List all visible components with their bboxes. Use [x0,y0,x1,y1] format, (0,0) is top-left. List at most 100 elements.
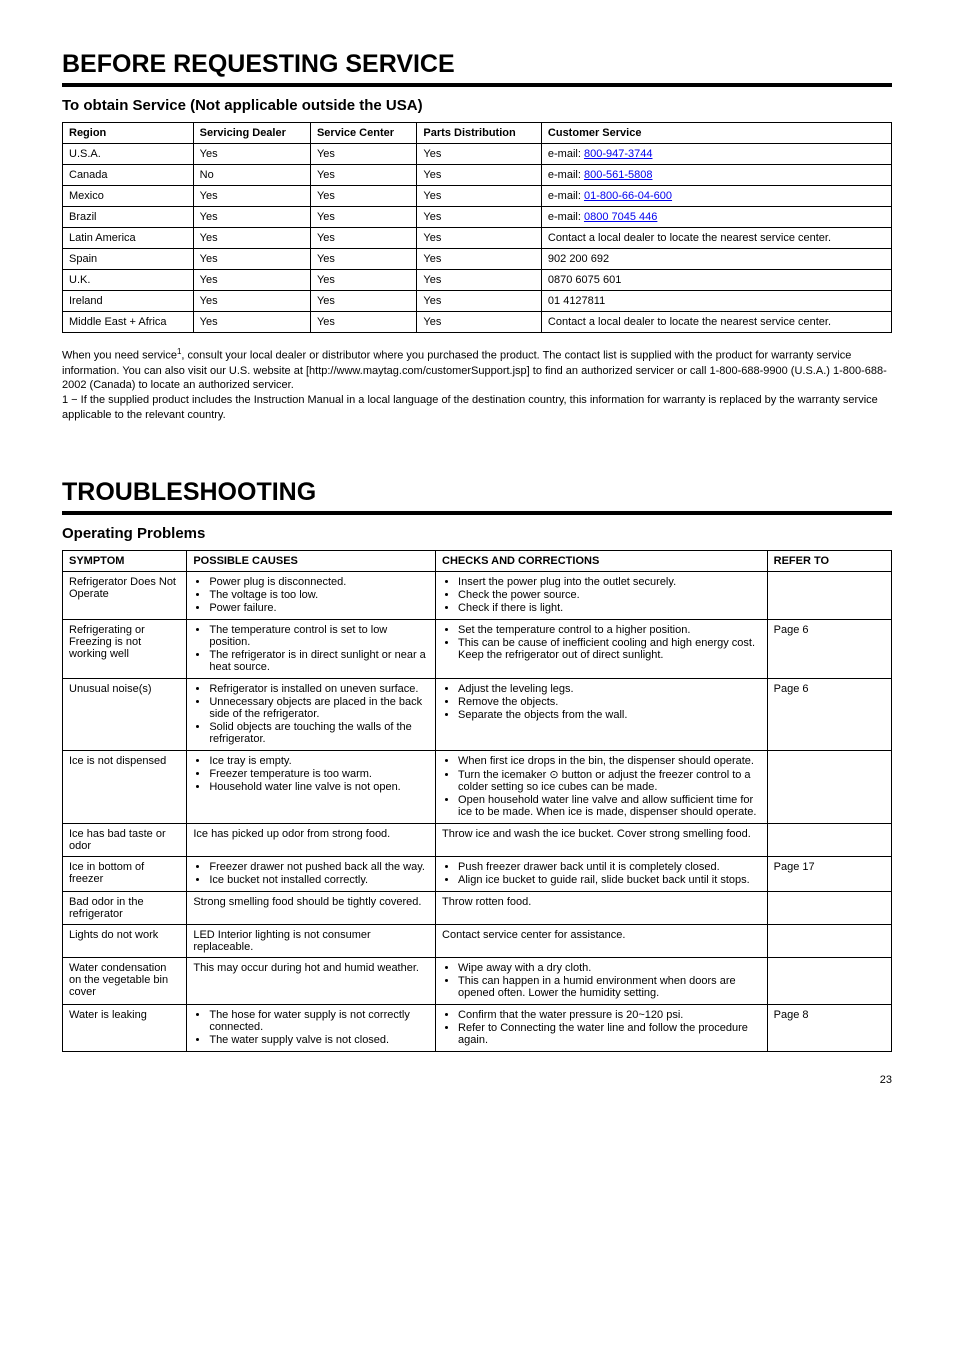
list-item: Household water line valve is not open. [209,781,429,793]
cell-parts: Yes [417,186,541,207]
cell-center: Yes [310,144,416,165]
table-row: Bad odor in the refrigeratorStrong smell… [63,891,892,924]
list-item: This can happen in a humid environment w… [458,975,761,999]
cell-dealer: Yes [193,228,310,249]
section2-title: TROUBLESHOOTING [62,478,892,507]
list-item: The hose for water supply is not correct… [209,1009,429,1033]
cell-symptom: Water is leaking [63,1004,187,1051]
cell-checks: When first ice drops in the bin, the dis… [436,750,768,823]
col-region: Region [63,123,194,144]
list-item: Freezer drawer not pushed back all the w… [209,861,429,873]
cell-causes: LED Interior lighting is not consumer re… [187,924,436,957]
cell-ref [767,891,891,924]
cell-ref: Page 17 [767,856,891,891]
cell-center: Yes [310,228,416,249]
list-item: When first ice drops in the bin, the dis… [458,755,761,767]
list-item: Check if there is light. [458,602,761,614]
cell-causes: Ice has picked up odor from strong food. [187,823,436,856]
cell-center: Yes [310,165,416,186]
page-number: 23 [62,1074,892,1086]
cell-ref: Page 8 [767,1004,891,1051]
table-row: Water is leaking The hose for water suppl… [63,1004,892,1051]
cell-parts: Yes [417,228,541,249]
cell-customer: e-mail: 01-800-66-04-600 [541,186,891,207]
table-row: Lights do not workLED Interior lighting … [63,924,892,957]
list-item: Open household water line valve and allo… [458,794,761,818]
table-row: MexicoYesYesYese-mail: 01-800-66-04-600 [63,186,892,207]
cell-symptom: Water condensation on the vegetable bin … [63,957,187,1004]
table-row: Unusual noise(s) Refrigerator is installe… [63,678,892,750]
cell-parts: Yes [417,165,541,186]
list-item: The temperature control is set to low po… [209,624,429,648]
cell-parts: Yes [417,270,541,291]
cell-customer: Contact a local dealer to locate the nea… [541,228,891,249]
list-item: Power failure. [209,602,429,614]
table-row: Water condensation on the vegetable bin … [63,957,892,1004]
cell-ref [767,823,891,856]
list-item: Ice tray is empty. [209,755,429,767]
list-item: Freezer temperature is too warm. [209,768,429,780]
cell-dealer: No [193,165,310,186]
customer-service-link[interactable]: 800-947-3744 [584,148,653,160]
col-causes: POSSIBLE CAUSES [187,550,436,571]
divider [62,511,892,515]
cell-region: Spain [63,249,194,270]
cell-customer: e-mail: 800-561-5808 [541,165,891,186]
cell-region: Mexico [63,186,194,207]
cell-dealer: Yes [193,291,310,312]
cell-checks: Adjust the leveling legs.Remove the obje… [436,678,768,750]
list-item: Wipe away with a dry cloth. [458,962,761,974]
cell-customer: 902 200 692 [541,249,891,270]
table-row: IrelandYesYesYes01 4127811 [63,291,892,312]
cell-causes: The hose for water supply is not correct… [187,1004,436,1051]
cell-region: U.S.A. [63,144,194,165]
col-symptom: SYMPTOM [63,550,187,571]
col-checks: CHECKS AND CORRECTIONS [436,550,768,571]
cell-ref: Page 6 [767,678,891,750]
table-row: Refrigerator Does Not OperatePower plug … [63,571,892,619]
customer-service-link[interactable]: 800-561-5808 [584,169,653,181]
customer-service-link[interactable]: 01-800-66-04-600 [584,190,672,202]
col-parts: Parts Distribution [417,123,541,144]
list-item: Separate the objects from the wall. [458,709,761,721]
list-item: Set the temperature control to a higher … [458,624,761,636]
list-item: Unnecessary objects are placed in the ba… [209,696,429,720]
cell-parts: Yes [417,249,541,270]
section1-subtitle: To obtain Service (Not applicable outsid… [62,97,892,114]
list-item: This can be cause of inefficient cooling… [458,637,761,661]
cell-dealer: Yes [193,207,310,228]
table-row: SpainYesYesYes902 200 692 [63,249,892,270]
cell-symptom: Ice has bad taste or odor [63,823,187,856]
list-item: The water supply valve is not closed. [209,1034,429,1046]
cell-checks: Wipe away with a dry cloth.This can happ… [436,957,768,1004]
cell-checks: Throw ice and wash the ice bucket. Cover… [436,823,768,856]
col-ref: REFER TO [767,550,891,571]
col-customer: Customer Service [541,123,891,144]
table-row: CanadaNoYesYese-mail: 800-561-5808 [63,165,892,186]
cell-customer: Contact a local dealer to locate the nea… [541,312,891,333]
cell-dealer: Yes [193,144,310,165]
cell-customer: 01 4127811 [541,291,891,312]
table-row: Ice has bad taste or odorIce has picked … [63,823,892,856]
cell-ref [767,750,891,823]
list-item: Refer to Connecting the water line and f… [458,1022,761,1046]
cell-region: Latin America [63,228,194,249]
cell-symptom: Ice in bottom of freezer [63,856,187,891]
cell-region: Ireland [63,291,194,312]
cell-symptom: Unusual noise(s) [63,678,187,750]
cell-parts: Yes [417,312,541,333]
list-item: Refrigerator is installed on uneven surf… [209,683,429,695]
cell-customer: 0870 6075 601 [541,270,891,291]
cell-ref: Page 6 [767,619,891,678]
cell-customer: e-mail: 0800 7045 446 [541,207,891,228]
section2-subtitle: Operating Problems [62,525,892,542]
table-row: U.K.YesYesYes0870 6075 601 [63,270,892,291]
cell-checks: Throw rotten food. [436,891,768,924]
customer-service-link[interactable]: 0800 7045 446 [584,211,657,223]
cell-checks: Confirm that the water pressure is 20~12… [436,1004,768,1051]
table-row: Refrigerating or Freezing is not working… [63,619,892,678]
list-item: Ice bucket not installed correctly. [209,874,429,886]
list-item: Power plug is disconnected. [209,576,429,588]
cell-causes: Refrigerator is installed on uneven surf… [187,678,436,750]
cell-ref [767,571,891,619]
